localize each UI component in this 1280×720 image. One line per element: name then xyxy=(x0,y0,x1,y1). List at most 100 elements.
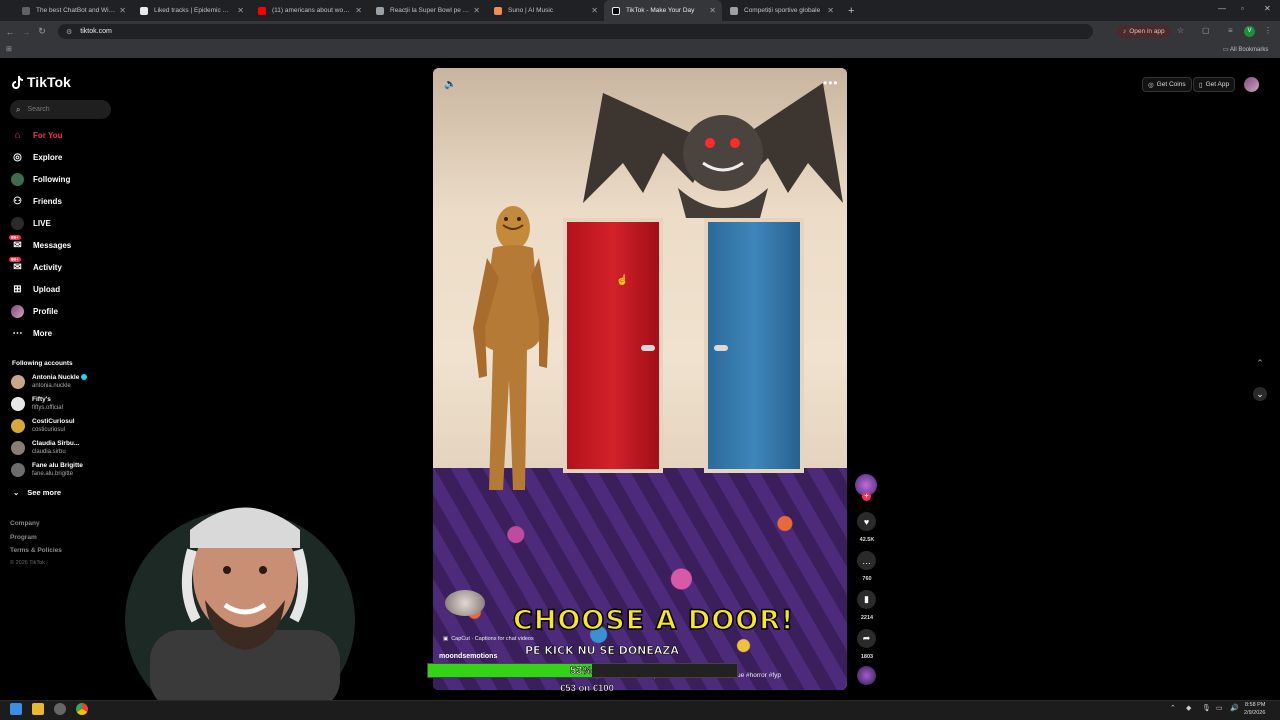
browser-profile-avatar[interactable]: V xyxy=(1244,26,1255,37)
get-coins-button[interactable]: ◎ Get Coins xyxy=(1142,77,1192,92)
sidebar-item-more[interactable]: ⋯ More xyxy=(11,327,53,340)
account-avatar xyxy=(11,463,25,477)
sidebar-item-messages[interactable]: ✉ 99+ Messages xyxy=(9,235,71,252)
tray-chevron-icon[interactable]: ⌃ xyxy=(1170,704,1176,712)
next-video-icon[interactable]: ⌄ xyxy=(1253,387,1267,401)
chrome-taskbar-icon[interactable] xyxy=(76,703,88,715)
speaker-icon[interactable]: 🔊 xyxy=(1230,704,1239,712)
volume-icon[interactable]: 🔈 xyxy=(444,79,456,90)
footer-company-link[interactable]: Company xyxy=(10,520,40,527)
tab-close-icon[interactable]: ✕ xyxy=(591,6,598,15)
chrome-menu-icon[interactable]: ⋮ xyxy=(1264,26,1272,35)
account-avatar xyxy=(11,441,25,455)
account-username: claudia.sirbu xyxy=(32,449,66,455)
tray-app-icon[interactable]: ◆ xyxy=(1186,704,1191,712)
blue-door xyxy=(704,218,804,473)
menu-icon[interactable]: ≡ xyxy=(1228,26,1233,35)
user-avatar[interactable] xyxy=(1244,77,1259,92)
tab-close-icon[interactable]: ✕ xyxy=(473,6,480,15)
microphone-icon[interactable]: 🎙 xyxy=(1202,704,1211,712)
more-options-icon[interactable]: ••• xyxy=(823,76,839,90)
footer-terms-link[interactable]: Terms & Policies xyxy=(10,547,62,554)
account-text: Fane alu Brigitte fane.alu.brigitte xyxy=(32,462,83,478)
follow-plus-icon[interactable]: + xyxy=(862,492,871,501)
tiktok-logo[interactable]: TikTok xyxy=(12,74,71,90)
get-app-button[interactable]: ▯ Get App xyxy=(1193,77,1236,92)
music-disc-icon[interactable] xyxy=(857,666,876,685)
account-name: Fifty's xyxy=(32,396,63,404)
sidebar-item-upload[interactable]: ⊞ Upload xyxy=(11,283,60,296)
previous-video-icon[interactable]: ⌃ xyxy=(1253,356,1267,370)
browser-tab[interactable]: TikTok - Make Your Day ✕ xyxy=(604,0,722,21)
tab-close-icon[interactable]: ✕ xyxy=(119,6,126,15)
sidebar-item-friends[interactable]: ⚇ Friends xyxy=(11,195,62,208)
bookmark-icon[interactable]: ▮ xyxy=(857,590,876,609)
share-count: 1803 xyxy=(860,654,874,660)
maximize-icon[interactable]: ▫ xyxy=(1241,4,1244,13)
following-account[interactable]: Antonia Nuckle antonia.nuckle xyxy=(11,374,88,390)
obs-icon[interactable] xyxy=(54,703,66,715)
windows-taskbar xyxy=(0,700,1280,720)
extensions-icon[interactable]: ▢ xyxy=(1202,26,1210,35)
comment-icon[interactable]: … xyxy=(857,551,876,570)
following-account[interactable]: Fane alu Brigitte fane.alu.brigitte xyxy=(11,462,83,478)
tab-title: Liked tracks | Epidemic Sound xyxy=(154,7,234,14)
network-icon[interactable]: ▭ xyxy=(1216,704,1223,712)
following-account[interactable]: Fifty's fiftys.official xyxy=(11,396,63,412)
close-window-icon[interactable]: ✕ xyxy=(1264,4,1271,13)
blue-door-knob xyxy=(714,345,728,351)
reload-icon[interactable]: ↻ xyxy=(36,26,48,37)
open-in-app-button[interactable]: ♪ Open in app xyxy=(1117,25,1171,38)
like-icon[interactable]: ♥ xyxy=(857,512,876,531)
sidebar-item-following[interactable]: Following xyxy=(11,173,70,186)
notification-badge: 99+ xyxy=(9,235,21,240)
browser-toolbar: ← → ↻ ⚙ tiktok.com xyxy=(0,21,1280,42)
video-author[interactable]: moondsemotions xyxy=(439,653,497,660)
sidebar-item-for-you[interactable]: ⌂ For You xyxy=(11,129,62,142)
browser-tab[interactable]: Liked tracks | Epidemic Sound ✕ xyxy=(132,0,250,21)
search-input[interactable] xyxy=(27,106,98,113)
profile-icon xyxy=(11,305,24,318)
new-tab-icon[interactable]: + xyxy=(848,5,854,17)
following-account[interactable]: CostiCuriosul costicuriosul xyxy=(11,418,75,434)
account-username: fiftys.official xyxy=(32,405,63,411)
browser-tab[interactable]: The best ChatBot and Widgets ✕ xyxy=(14,0,132,21)
account-name: Claudia Sîrbu... xyxy=(32,440,79,448)
tab-close-icon[interactable]: ✕ xyxy=(355,6,362,15)
browser-tab[interactable]: Suno | AI Music ✕ xyxy=(486,0,604,21)
all-bookmarks-link[interactable]: ▭ All Bookmarks xyxy=(1223,46,1268,53)
home-icon: ⌂ xyxy=(14,130,21,141)
minimize-icon[interactable]: — xyxy=(1218,4,1226,13)
file-explorer-icon[interactable] xyxy=(32,703,44,715)
sidebar-item-live[interactable]: LIVE xyxy=(11,217,51,230)
search-box[interactable]: ⌕ xyxy=(10,100,111,119)
forward-icon[interactable]: → xyxy=(20,27,32,37)
windows-start-icon[interactable] xyxy=(10,703,22,715)
video-player[interactable]: 🔈 ••• ☝ CHOOSE A DOOR! ▣ CapCut · Captio… xyxy=(433,68,847,690)
share-icon[interactable]: ➦ xyxy=(857,629,876,648)
see-more-button[interactable]: ⌄ See more xyxy=(13,488,61,497)
taskbar-clock[interactable]: 8:58 PM 2/9/2026 xyxy=(1244,701,1265,717)
following-account[interactable]: Claudia Sîrbu... claudia.sirbu xyxy=(11,440,79,456)
footer-program-link[interactable]: Program xyxy=(10,534,37,541)
site-info-icon[interactable]: ⚙ xyxy=(66,28,72,36)
apps-grid-icon[interactable]: ⊞ xyxy=(6,45,12,53)
bookmark-star-icon[interactable]: ☆ xyxy=(1177,26,1184,35)
sidebar-item-explore[interactable]: ◎ Explore xyxy=(11,151,62,164)
tab-close-icon[interactable]: ✕ xyxy=(827,6,834,15)
back-icon[interactable]: ← xyxy=(4,27,16,37)
sidebar-item-activity[interactable]: ✉ 99+ Activity xyxy=(9,257,62,274)
browser-tab[interactable]: Competiții sportive globale ✕ xyxy=(722,0,840,21)
more-icon: ⋯ xyxy=(12,328,23,339)
browser-tab[interactable]: Reacții la Super Bowl pe Kick ✕ xyxy=(368,0,486,21)
sidebar-item-label: Activity xyxy=(33,263,62,272)
tab-close-icon[interactable]: ✕ xyxy=(237,6,244,15)
logo-text: TikTok xyxy=(27,74,71,90)
sidebar-item-profile[interactable]: Profile xyxy=(11,305,58,318)
address-bar[interactable]: ⚙ tiktok.com xyxy=(58,24,1093,39)
tab-close-icon[interactable]: ✕ xyxy=(709,6,716,15)
browser-tab[interactable]: (11) americans about world cu ✕ xyxy=(250,0,368,21)
video-overlay-title: CHOOSE A DOOR! xyxy=(512,604,795,637)
sidebar-item-label: Explore xyxy=(33,153,63,162)
capcut-tag[interactable]: ▣ CapCut · Captions for chat videos xyxy=(443,636,534,642)
